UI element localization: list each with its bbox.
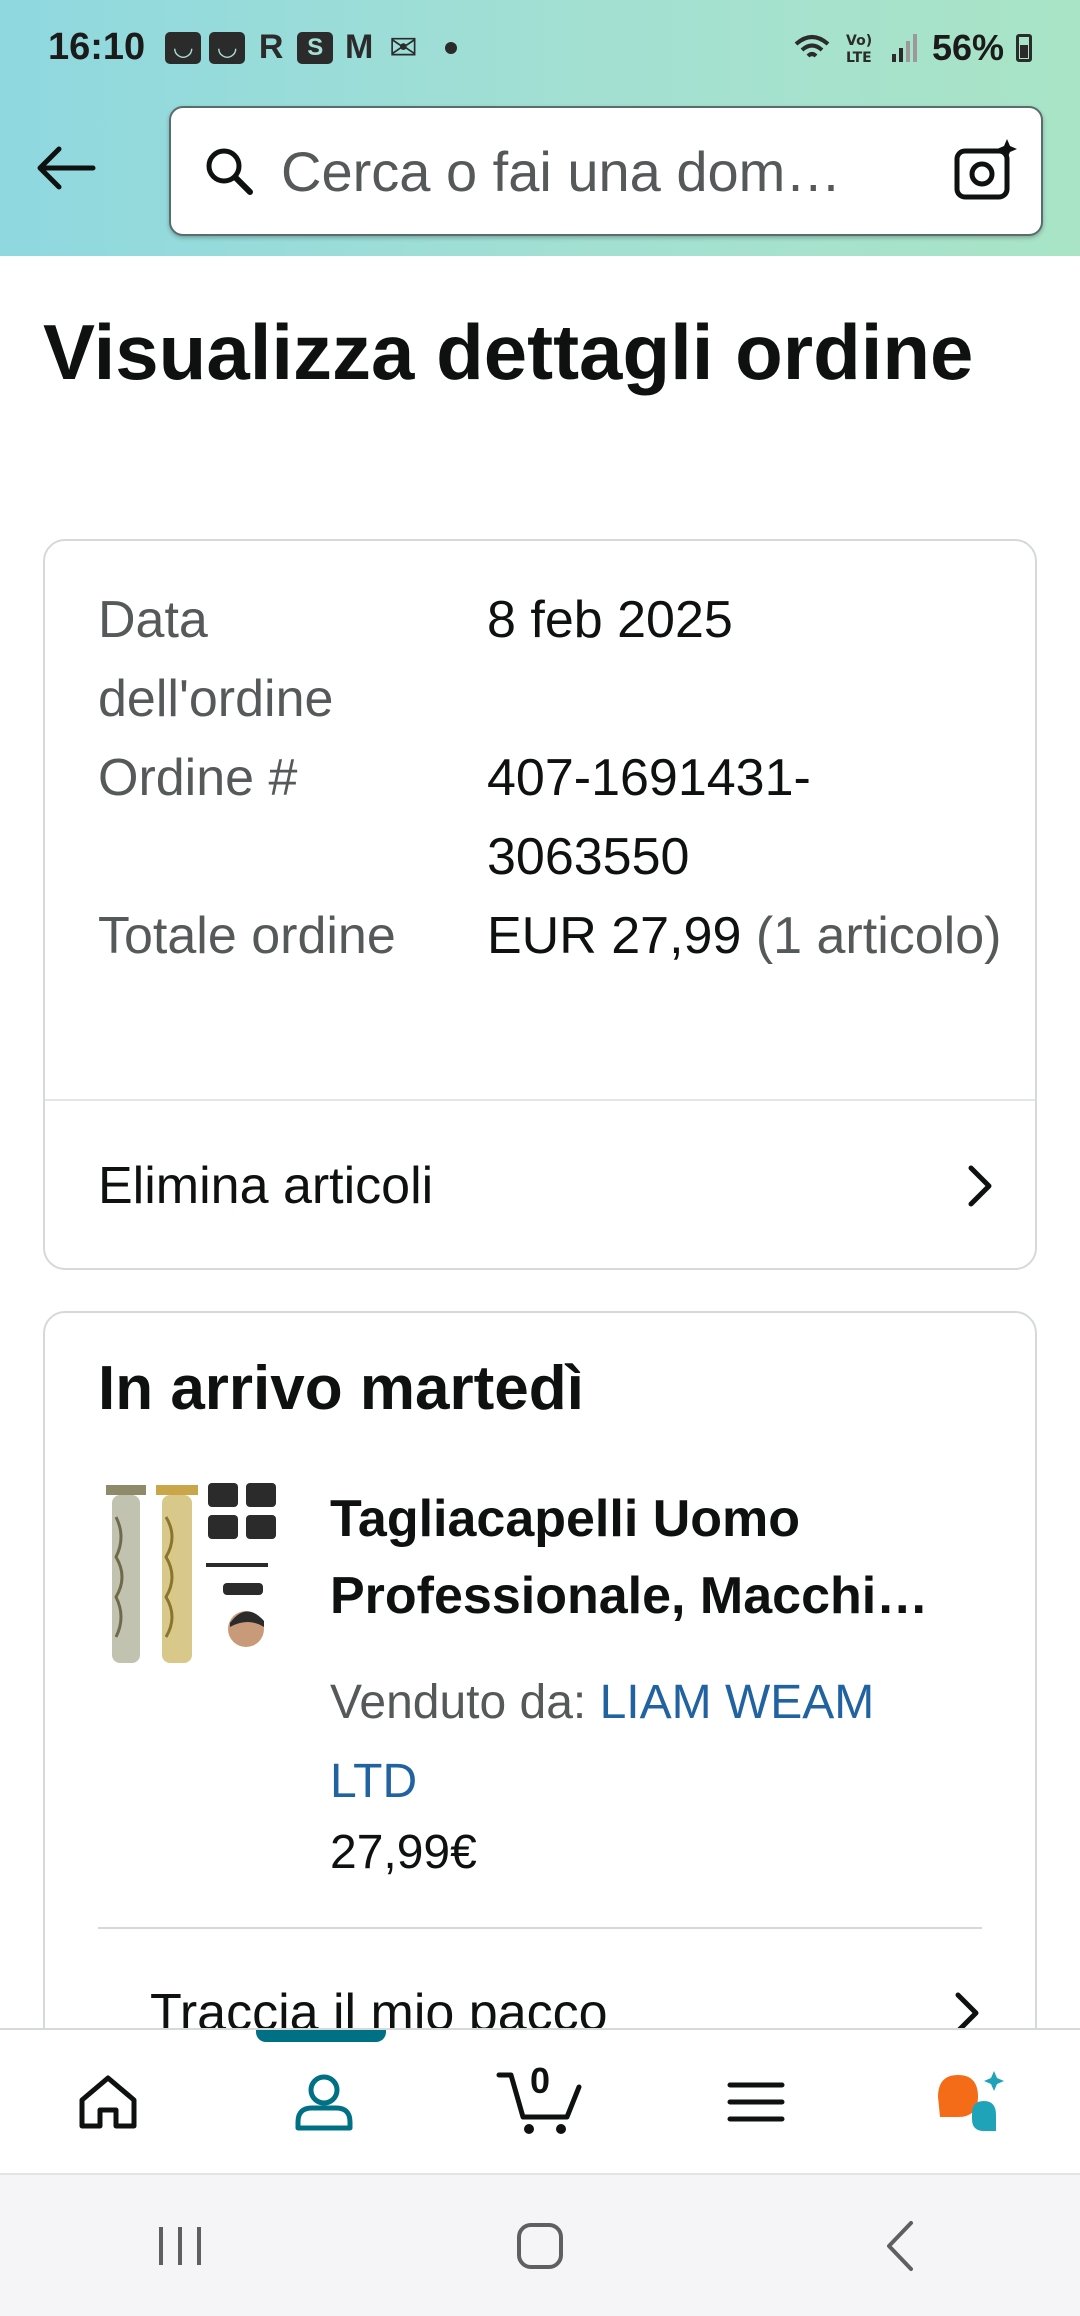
arrow-left-icon bbox=[37, 146, 96, 190]
order-number-label: Ordine # bbox=[98, 749, 298, 807]
seller-label: Venduto da: bbox=[330, 1676, 587, 1729]
nav-account[interactable] bbox=[264, 2042, 384, 2162]
chevron-right-icon bbox=[955, 1992, 979, 2028]
search-bar[interactable]: Cerca o fai una dom… bbox=[169, 106, 1043, 236]
product-title[interactable]: Tagliacapelli Uomo Professionale, Macchi… bbox=[330, 1481, 990, 1635]
order-total-label: Totale ordine bbox=[98, 907, 396, 965]
status-right: Vo) LTE 56% bbox=[792, 27, 1032, 69]
rufus-icon bbox=[938, 2070, 1004, 2131]
home-icon bbox=[79, 2075, 137, 2128]
bottom-navigation: 0 bbox=[0, 2028, 1080, 2173]
nav-home[interactable] bbox=[48, 2042, 168, 2162]
battery-icon bbox=[1016, 33, 1032, 62]
mail-icon: ✉ bbox=[388, 28, 418, 67]
order-summary-card: Data dell'ordine 8 feb 2025 Ordine # 407… bbox=[43, 539, 1037, 1270]
cart-count-badge: 0 bbox=[529, 2059, 551, 2101]
home-button[interactable] bbox=[485, 2191, 595, 2301]
app-icon: ◡ bbox=[165, 31, 202, 64]
system-back-button[interactable] bbox=[845, 2191, 955, 2301]
home-square-icon bbox=[517, 2222, 563, 2269]
status-bar: 16:10 ◡ ◡ R S M ✉ Vo) LTE 56% bbox=[0, 0, 1080, 95]
nav-menu[interactable] bbox=[696, 2042, 816, 2162]
back-button[interactable] bbox=[28, 130, 104, 206]
s-icon: S bbox=[297, 31, 334, 64]
order-details-page: Visualizza dettagli ordine Data dell'ord… bbox=[0, 256, 1080, 2028]
volte-icon: Vo) LTE bbox=[846, 33, 872, 66]
svg-text:LTE: LTE bbox=[846, 50, 872, 66]
svg-text:Vo): Vo) bbox=[846, 33, 872, 49]
nav-active-indicator bbox=[256, 2030, 386, 2042]
search-input[interactable]: Cerca o fai una dom… bbox=[281, 139, 951, 204]
delete-items-link[interactable]: Elimina articoli bbox=[45, 1101, 1035, 1271]
system-navigation bbox=[0, 2173, 1080, 2316]
search-icon bbox=[206, 148, 253, 195]
signal-icon bbox=[891, 33, 917, 62]
order-item-count: (1 articolo) bbox=[755, 907, 1002, 965]
r-icon: R bbox=[258, 28, 284, 66]
chevron-left-icon bbox=[887, 2220, 913, 2271]
account-icon bbox=[295, 2074, 353, 2130]
order-total-amount: EUR 27,99 bbox=[487, 907, 742, 965]
hair-clipper-image bbox=[106, 1483, 276, 1663]
track-package-label: Traccia il mio pacco bbox=[150, 1984, 608, 2028]
nav-rufus[interactable] bbox=[912, 2042, 1032, 2162]
app-icon: ◡ bbox=[209, 31, 246, 64]
track-package-link[interactable]: Traccia il mio pacco bbox=[98, 1963, 982, 2028]
product-image[interactable] bbox=[98, 1477, 288, 1667]
app-header: 16:10 ◡ ◡ R S M ✉ Vo) LTE 56% Cerca o fa… bbox=[0, 0, 1080, 256]
battery-percentage: 56% bbox=[931, 26, 1004, 68]
recent-apps-button[interactable] bbox=[125, 2191, 235, 2301]
divider bbox=[98, 1927, 982, 1929]
product-seller: Venduto da: LIAM WEAM LTD bbox=[330, 1663, 970, 1821]
order-number-value: 407-1691431-3063550 bbox=[487, 749, 811, 886]
product-price: 27,99€ bbox=[330, 1826, 477, 1879]
recent-apps-icon bbox=[159, 2226, 201, 2265]
gmail-icon: M bbox=[345, 28, 374, 66]
delivery-card: In arrivo martedì Tagliacapelli Uomo Pro… bbox=[43, 1311, 1037, 2028]
nav-cart[interactable]: 0 bbox=[480, 2042, 600, 2162]
delivery-status-title: In arrivo martedì bbox=[98, 1354, 584, 1423]
chevron-right-icon bbox=[968, 1165, 992, 1207]
notification-icons: ◡ ◡ R S M ✉ bbox=[165, 28, 458, 67]
camera-icon[interactable] bbox=[951, 137, 1019, 205]
order-date-value: 8 feb 2025 bbox=[487, 591, 733, 649]
page-title: Visualizza dettagli ordine bbox=[43, 308, 974, 396]
status-time: 16:10 bbox=[48, 26, 146, 68]
order-date-label: Data dell'ordine bbox=[98, 591, 334, 728]
order-total-value: EUR 27,99 (1 articolo) bbox=[487, 897, 1007, 976]
more-notifications-dot bbox=[445, 41, 458, 54]
menu-icon bbox=[727, 2082, 785, 2121]
delete-items-label: Elimina articoli bbox=[98, 1157, 434, 1215]
wifi-icon bbox=[794, 34, 830, 57]
